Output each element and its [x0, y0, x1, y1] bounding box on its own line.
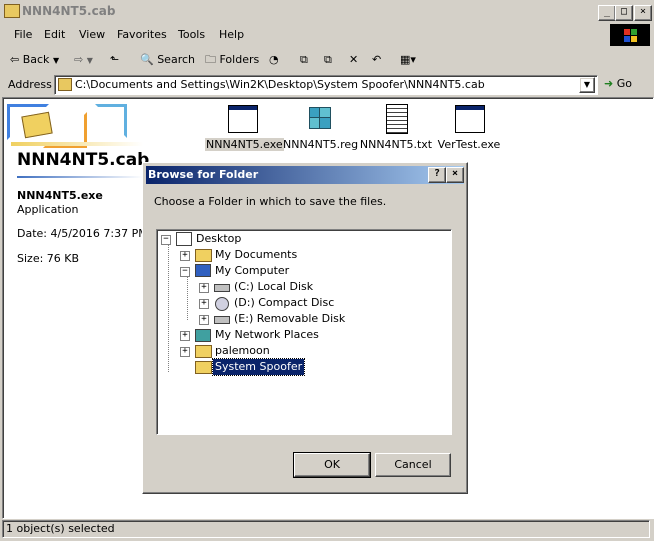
- folder-tree[interactable]: − Desktop + My Documents − My Computer +…: [156, 229, 452, 435]
- selected-file-size: Size: 76 KB: [17, 252, 80, 265]
- desktop-icon: [176, 232, 192, 246]
- menu-view[interactable]: View: [79, 28, 105, 41]
- computer-icon: [195, 264, 211, 277]
- file-label: NNN4NT5.reg: [283, 138, 359, 151]
- file-item-nnn4nt5-reg[interactable]: NNN4NT5.reg: [283, 103, 359, 151]
- cd-drive-icon: [215, 297, 229, 311]
- menu-edit[interactable]: Edit: [44, 28, 65, 41]
- copy-to-button[interactable]: ⧉: [324, 51, 332, 69]
- go-arrow-icon: ➜: [604, 77, 614, 90]
- toolbar: ⇦ Back ▼ ⇨ ▼ ⬑ 🔍 Search 🗀 Folders ◔ ⧉ ⧉ …: [2, 47, 652, 73]
- ok-button[interactable]: OK: [293, 452, 371, 478]
- collapse-icon[interactable]: −: [161, 235, 171, 245]
- windows-logo-icon: [610, 24, 650, 46]
- tree-line: [168, 242, 169, 372]
- browse-for-folder-dialog: Browse for Folder ? × Choose a Folder in…: [142, 162, 468, 494]
- file-label: NNN4NT5.exe: [205, 138, 284, 151]
- minimize-button[interactable]: _: [598, 5, 616, 21]
- folder-title: NNN4NT5.cab: [17, 150, 150, 170]
- up-folder-button[interactable]: ⬑: [110, 51, 119, 69]
- help-button[interactable]: ?: [428, 167, 446, 183]
- file-item-vertest-exe[interactable]: VerTest.exe: [432, 103, 506, 151]
- expand-icon[interactable]: +: [180, 331, 190, 341]
- history-button[interactable]: ◔: [269, 51, 279, 69]
- network-icon: [195, 329, 211, 342]
- delete-button[interactable]: ✕: [349, 51, 358, 69]
- menu-favorites[interactable]: Favorites: [117, 28, 167, 41]
- window-title: NNN4NT5.cab: [22, 4, 116, 18]
- tree-line: [187, 274, 188, 320]
- expand-icon[interactable]: +: [199, 315, 209, 325]
- address-label: Address: [8, 78, 52, 91]
- views-button[interactable]: ▦▾: [400, 51, 416, 69]
- forward-arrow-icon: ⇨: [74, 53, 84, 66]
- open-folder-icon: [195, 361, 212, 374]
- chevron-down-icon: ▼: [52, 56, 60, 65]
- chevron-down-icon: ▼: [86, 56, 93, 65]
- folder-icon: [195, 345, 212, 358]
- address-input[interactable]: C:\Documents and Settings\Win2K\Desktop\…: [54, 75, 598, 95]
- history-icon: ◔: [269, 53, 279, 66]
- menu-file[interactable]: File: [14, 28, 32, 41]
- dialog-prompt: Choose a Folder in which to save the fil…: [154, 195, 387, 208]
- folder-icon: [4, 4, 20, 18]
- folders-icon: 🗀: [205, 53, 216, 66]
- address-value: C:\Documents and Settings\Win2K\Desktop\…: [75, 78, 485, 91]
- go-button[interactable]: ➜ Go: [604, 77, 632, 90]
- back-arrow-icon: ⇦: [10, 53, 20, 66]
- dialog-title: Browse for Folder: [148, 168, 259, 181]
- back-button[interactable]: ⇦ Back ▼: [10, 51, 59, 69]
- app-window-icon: [225, 103, 259, 135]
- collapse-icon[interactable]: −: [180, 267, 190, 277]
- dialog-title-bar[interactable]: Browse for Folder ? ×: [146, 166, 464, 184]
- views-icon: ▦▾: [400, 53, 416, 66]
- close-button[interactable]: ×: [634, 5, 652, 21]
- menu-bar: File Edit View Favorites Tools Help: [2, 24, 652, 46]
- cancel-button[interactable]: Cancel: [375, 453, 451, 477]
- maximize-button[interactable]: □: [615, 5, 633, 21]
- registry-icon: [303, 103, 337, 135]
- dialog-close-button[interactable]: ×: [446, 167, 464, 183]
- banner-line: [11, 142, 143, 146]
- selected-file-date: Date: 4/5/2016 7:37 PM: [17, 227, 148, 240]
- menu-tools[interactable]: Tools: [178, 28, 205, 41]
- status-bar: 1 object(s) selected: [0, 518, 654, 540]
- undo-icon: ↶: [372, 53, 382, 66]
- expand-icon[interactable]: +: [180, 251, 190, 261]
- undo-button[interactable]: ↶: [372, 51, 381, 69]
- address-dropdown-button[interactable]: ▼: [579, 77, 595, 93]
- search-icon: 🔍: [140, 53, 154, 66]
- selected-file-type: Application: [17, 203, 79, 216]
- folders-button[interactable]: 🗀 Folders: [205, 51, 259, 69]
- file-item-nnn4nt5-exe[interactable]: NNN4NT5.exe: [205, 103, 284, 151]
- text-file-icon: [379, 103, 413, 135]
- expand-icon[interactable]: +: [199, 283, 209, 293]
- file-label: NNN4NT5.txt: [359, 138, 433, 151]
- title-bar[interactable]: NNN4NT5.cab _ □ ×: [0, 0, 654, 24]
- move-to-button[interactable]: ⧉: [300, 51, 308, 69]
- move-to-icon: ⧉: [300, 53, 308, 66]
- menu-help[interactable]: Help: [219, 28, 244, 41]
- file-label: VerTest.exe: [437, 138, 501, 151]
- copy-to-icon: ⧉: [324, 53, 332, 66]
- banner-decoration: [95, 104, 127, 138]
- app-window-icon: [452, 103, 486, 135]
- selected-file-name: NNN4NT5.exe: [17, 189, 103, 202]
- delete-icon: ✕: [349, 53, 359, 66]
- status-text: 1 object(s) selected: [6, 522, 115, 535]
- folder-icon: [195, 249, 212, 262]
- title-underline: [17, 176, 143, 178]
- cab-folder-icon: [58, 78, 72, 91]
- expand-icon[interactable]: +: [180, 347, 190, 357]
- removable-disk-icon: [214, 316, 230, 324]
- forward-button[interactable]: ⇨ ▼: [74, 51, 93, 69]
- expand-icon[interactable]: +: [199, 299, 209, 309]
- address-bar: Address C:\Documents and Settings\Win2K\…: [2, 74, 652, 96]
- file-item-nnn4nt5-txt[interactable]: NNN4NT5.txt: [359, 103, 433, 151]
- hard-disk-icon: [214, 284, 230, 292]
- up-folder-icon: ⬑: [110, 53, 120, 66]
- search-button[interactable]: 🔍 Search: [140, 51, 195, 69]
